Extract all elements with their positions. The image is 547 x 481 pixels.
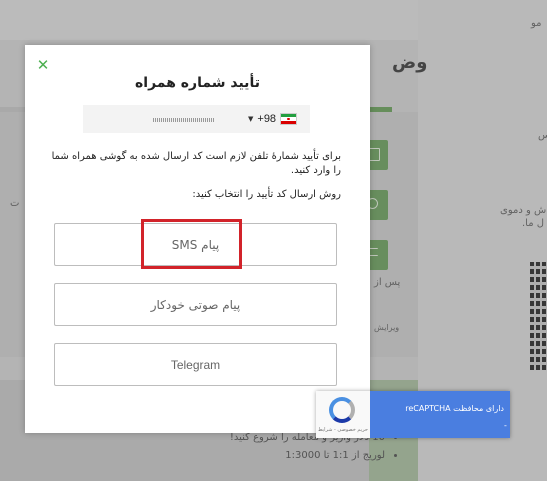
voice-call-option-button[interactable]: پیام صوتی خودکار bbox=[54, 283, 337, 326]
method-prompt: روش ارسال کد تأیید را انتخاب کنید: bbox=[192, 189, 341, 200]
recaptcha-logo: حریم خصوصی - شرایط bbox=[316, 391, 370, 438]
masked-phone-number bbox=[153, 118, 215, 122]
telegram-option-button[interactable]: Telegram bbox=[54, 343, 337, 386]
country-code-selector[interactable]: ▼ +98 bbox=[248, 111, 298, 127]
sms-option-label: پیام SMS bbox=[171, 237, 220, 252]
sms-option-button[interactable]: پیام SMS bbox=[54, 223, 337, 266]
phone-number-field: ▼ +98 bbox=[83, 105, 310, 133]
verification-description: برای تأیید شمارهٔ تلفن لازم است کد ارسال… bbox=[51, 151, 341, 176]
telegram-option-label: Telegram bbox=[170, 357, 221, 372]
close-icon[interactable]: ✕ bbox=[36, 58, 50, 73]
recaptcha-text: دارای محافظت reCAPTCHA bbox=[405, 404, 504, 413]
phone-verification-modal: ✕ تأیید شماره همراه ▼ +98 برای تأیید شما… bbox=[25, 45, 370, 433]
recaptcha-links[interactable]: حریم خصوصی - شرایط bbox=[318, 427, 368, 433]
modal-title: تأیید شماره همراه bbox=[135, 75, 260, 91]
iran-flag-icon bbox=[280, 113, 298, 125]
recaptcha-label-panel: دارای محافظت reCAPTCHA - bbox=[370, 391, 510, 438]
voice-option-label: پیام صوتی خودکار bbox=[150, 297, 241, 312]
recaptcha-icon bbox=[329, 397, 355, 423]
chevron-down-icon: ▼ bbox=[248, 115, 254, 123]
recaptcha-dash: - bbox=[504, 421, 507, 430]
recaptcha-badge[interactable]: حریم خصوصی - شرایط دارای محافظت reCAPTCH… bbox=[316, 391, 510, 438]
country-code: +98 bbox=[257, 113, 277, 125]
